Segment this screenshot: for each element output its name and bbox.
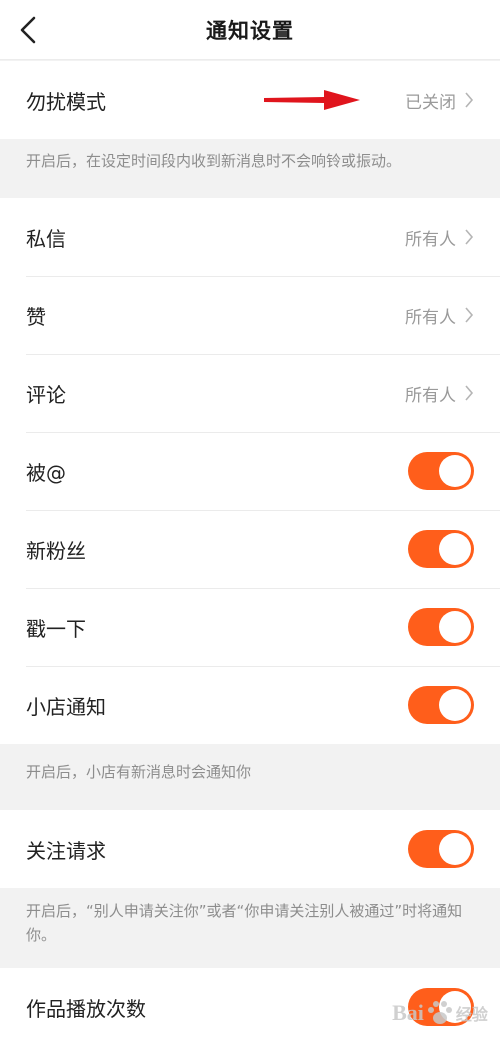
row-follow-requests: 关注请求 — [0, 810, 500, 888]
follow-note: 开启后，“别人申请关注你”或者“你申请关注别人被通过”时将通知你。 — [26, 902, 463, 944]
new-fans-toggle[interactable] — [408, 530, 474, 568]
baidu-watermark: Bai 经验 — [380, 988, 500, 1038]
chevron-left-icon[interactable] — [14, 14, 44, 46]
mentions-toggle[interactable] — [408, 452, 474, 490]
chevron-right-icon — [465, 307, 474, 323]
row-new-fans: 新粉丝 — [0, 510, 500, 588]
row-label: 戳一下 — [26, 616, 86, 641]
toggle-knob — [439, 455, 471, 487]
toggle-knob — [439, 533, 471, 565]
row-label: 私信 — [26, 226, 66, 251]
chevron-right-icon — [465, 385, 474, 401]
watermark-text-right: 经验 — [455, 1007, 488, 1024]
row-label: 小店通知 — [26, 694, 106, 719]
paw-icon — [427, 1001, 452, 1024]
dnd-note: 开启后，在设定时间段内收到新消息时不会响铃或振动。 — [26, 152, 402, 170]
dnd-row[interactable]: 勿扰模式 已关闭 — [0, 61, 500, 139]
watermark-text-left: Bai — [392, 1000, 424, 1025]
privacy-group: 私信 所有人 赞 所有人 评论 所有人 被@ 新粉丝 戳一下 小店通知 — [0, 198, 500, 744]
follow-group: 关注请求 — [0, 810, 500, 888]
row-label: 评论 — [26, 382, 66, 407]
header-bar: 通知设置 — [0, 0, 500, 60]
row-poke: 戳一下 — [0, 588, 500, 666]
toggle-knob — [439, 833, 471, 865]
shop-note: 开启后，小店有新消息时会通知你 — [26, 763, 252, 781]
row-label: 被@ — [26, 460, 66, 485]
chevron-right-icon — [465, 92, 474, 108]
row-mentions: 被@ — [0, 432, 500, 510]
chevron-right-icon — [465, 229, 474, 245]
row-label: 作品播放次数 — [26, 996, 146, 1021]
row-shop-notify: 小店通知 — [0, 666, 500, 744]
row-value: 所有人 — [405, 229, 456, 250]
annotation-arrow-icon — [264, 90, 360, 110]
dnd-value: 已关闭 — [405, 92, 456, 113]
follow-requests-toggle[interactable] — [408, 830, 474, 868]
shop-notify-toggle[interactable] — [408, 686, 474, 724]
row-label: 赞 — [26, 304, 46, 329]
row-messages[interactable]: 私信 所有人 — [0, 198, 500, 276]
row-value: 所有人 — [405, 385, 456, 406]
row-likes[interactable]: 赞 所有人 — [0, 276, 500, 354]
row-label: 关注请求 — [26, 838, 106, 863]
poke-toggle[interactable] — [408, 608, 474, 646]
toggle-knob — [439, 611, 471, 643]
page-title: 通知设置 — [206, 18, 294, 43]
row-comments[interactable]: 评论 所有人 — [0, 354, 500, 432]
dnd-group: 勿扰模式 已关闭 — [0, 61, 500, 139]
row-value: 所有人 — [405, 307, 456, 328]
row-label: 新粉丝 — [26, 538, 86, 563]
toggle-knob — [439, 689, 471, 721]
